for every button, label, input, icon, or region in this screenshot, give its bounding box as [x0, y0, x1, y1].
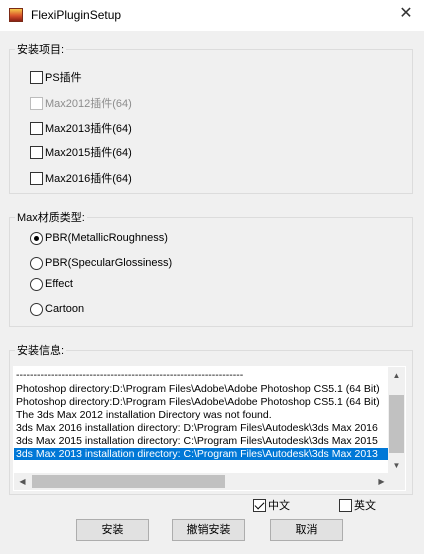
scroll-left-arrow-icon[interactable]: ◀	[14, 473, 31, 490]
radio-label: PBR(SpecularGlossiness)	[45, 257, 173, 269]
checkbox-chinese[interactable]: 中文	[253, 498, 290, 512]
title-bar: FlexiPluginSetup ✕	[0, 0, 424, 31]
horizontal-scroll-thumb[interactable]	[32, 475, 225, 488]
log-line[interactable]: 3ds Max 2016 installation directory: D:\…	[16, 422, 378, 434]
checkbox-max2015-plugin[interactable]: Max2015插件(64)	[30, 145, 132, 159]
checkbox-max2012-plugin: Max2012插件(64)	[30, 96, 132, 110]
checkbox-label: Max2015插件(64)	[45, 147, 132, 159]
log-line[interactable]: 3ds Max 2015 installation directory: C:\…	[16, 435, 378, 447]
horizontal-scrollbar[interactable]: ◀ ▶	[14, 473, 405, 490]
log-line[interactable]: The 3ds Max 2012 installation Directory …	[16, 409, 272, 421]
scroll-down-arrow-icon[interactable]: ▼	[388, 457, 405, 474]
checkbox-box[interactable]	[30, 121, 43, 135]
scroll-up-arrow-icon[interactable]: ▲	[388, 367, 405, 384]
checkbox-max2013-plugin[interactable]: Max2013插件(64)	[30, 121, 132, 135]
radio-pbr-specular-glossiness[interactable]: PBR(SpecularGlossiness)	[30, 256, 172, 270]
checkbox-max2016-plugin[interactable]: Max2016插件(64)	[30, 171, 132, 185]
scroll-right-arrow-icon[interactable]: ▶	[373, 473, 390, 490]
radio-button[interactable]	[30, 256, 43, 270]
checkbox-label: 英文	[354, 500, 376, 512]
checkbox-box[interactable]	[30, 70, 43, 84]
window-title: FlexiPluginSetup	[31, 8, 122, 22]
material-type-legend: Max材质类型:	[15, 209, 87, 225]
vertical-scroll-thumb[interactable]	[389, 395, 404, 453]
install-log-listbox[interactable]: ----------------------------------------…	[13, 366, 406, 491]
install-button[interactable]: 安装	[76, 519, 149, 541]
radio-label: Effect	[45, 278, 73, 290]
log-line-selected[interactable]: 3ds Max 2013 installation directory: C:\…	[14, 448, 390, 460]
checkbox-label: 中文	[268, 500, 290, 512]
log-line[interactable]: Photoshop directory:D:\Program Files\Ado…	[16, 396, 380, 408]
install-items-legend: 安装项目:	[15, 41, 67, 57]
checkbox-label: Max2013插件(64)	[45, 123, 132, 135]
radio-pbr-metallic-roughness[interactable]: PBR(MetallicRoughness)	[30, 231, 168, 245]
checkbox-english[interactable]: 英文	[339, 498, 376, 512]
checkbox-label: PS插件	[45, 72, 82, 84]
radio-label: PBR(MetallicRoughness)	[45, 232, 168, 244]
checkbox-label: Max2016插件(64)	[45, 173, 132, 185]
checkbox-box[interactable]	[339, 498, 352, 512]
radio-cartoon[interactable]: Cartoon	[30, 302, 84, 316]
checkbox-box	[30, 96, 43, 110]
radio-button[interactable]	[30, 231, 43, 245]
cancel-button[interactable]: 取消	[270, 519, 343, 541]
log-line[interactable]: Photoshop directory:D:\Program Files\Ado…	[16, 383, 380, 395]
radio-button[interactable]	[30, 302, 43, 316]
checkbox-box[interactable]	[30, 145, 43, 159]
checkbox-box[interactable]	[253, 498, 266, 512]
scrollbar-corner	[390, 473, 405, 490]
checkbox-label: Max2012插件(64)	[45, 98, 132, 110]
log-line[interactable]: ----------------------------------------…	[16, 369, 243, 381]
radio-effect[interactable]: Effect	[30, 277, 73, 291]
app-icon	[9, 8, 23, 22]
checkbox-ps-plugin[interactable]: PS插件	[30, 70, 82, 84]
uninstall-button[interactable]: 撤销安装	[172, 519, 245, 541]
checkbox-box[interactable]	[30, 171, 43, 185]
install-info-legend: 安装信息:	[15, 342, 67, 358]
radio-label: Cartoon	[45, 303, 85, 315]
radio-button[interactable]	[30, 277, 43, 291]
close-icon[interactable]: ✕	[398, 6, 414, 22]
vertical-scrollbar[interactable]: ▲ ▼	[388, 367, 405, 474]
